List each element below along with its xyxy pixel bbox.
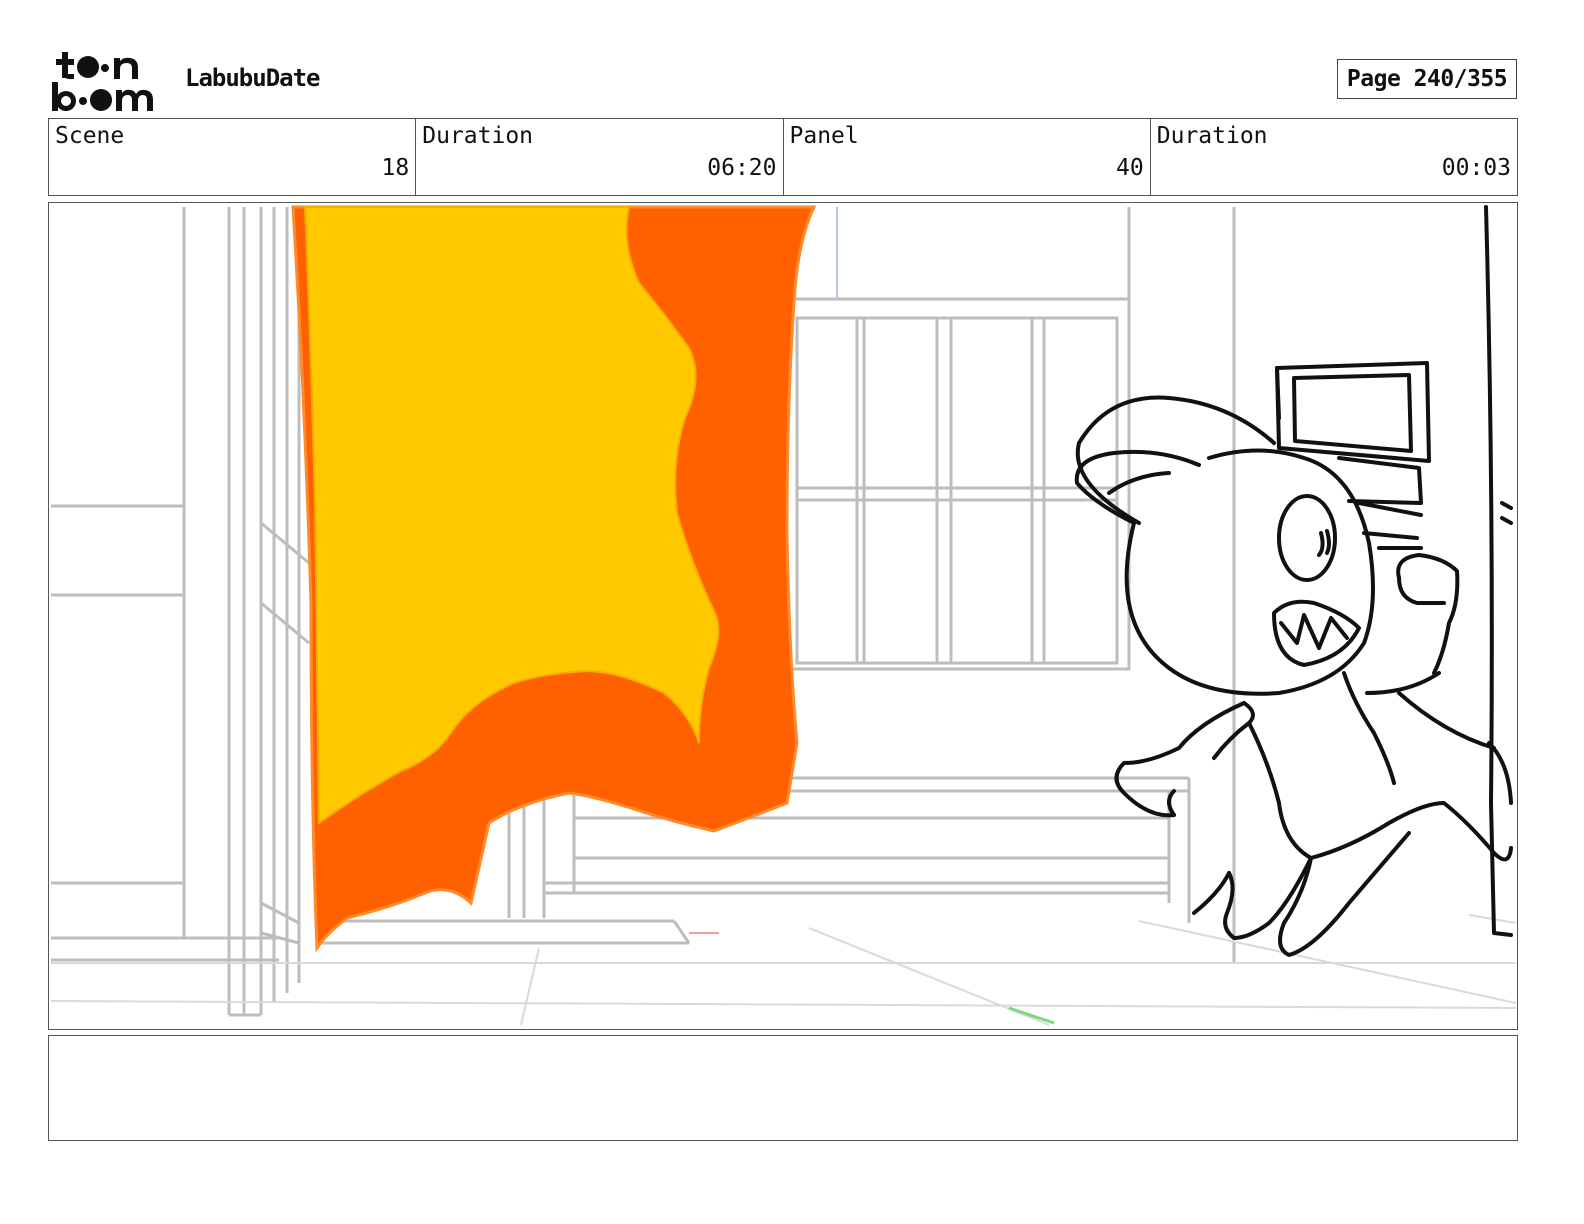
scene-cell: Scene 18 (49, 119, 417, 195)
panel-duration-value: 00:03 (1441, 155, 1511, 181)
orange-banner (291, 205, 817, 953)
scene-duration-label: Duration (422, 123, 534, 149)
running-bunny-character (1074, 205, 1513, 957)
toon-boom-logo (52, 52, 153, 111)
panel-duration-label: Duration (1156, 123, 1268, 149)
scene-info-table: Scene 18 Duration 06:20 Panel 40 Duratio… (48, 118, 1518, 196)
scene-duration-value: 06:20 (707, 155, 777, 181)
scene-value: 18 (381, 155, 410, 181)
scene-label: Scene (55, 123, 125, 149)
floor-perspective-lines (50, 914, 1516, 1026)
panel-value: 40 (1116, 155, 1144, 181)
page-indicator: Page 240/355 (1337, 59, 1517, 99)
scene-duration-cell: Duration 06:20 (416, 119, 784, 195)
panel-duration-cell: Duration 00:03 (1151, 119, 1517, 195)
panel-illustration (50, 205, 1516, 1026)
panel-label: Panel (789, 123, 859, 149)
panel-notes-box (48, 1035, 1518, 1141)
project-title: LabubuDate (185, 64, 320, 92)
storyboard-panel-image (48, 202, 1518, 1030)
panel-cell: Panel 40 (784, 119, 1151, 195)
